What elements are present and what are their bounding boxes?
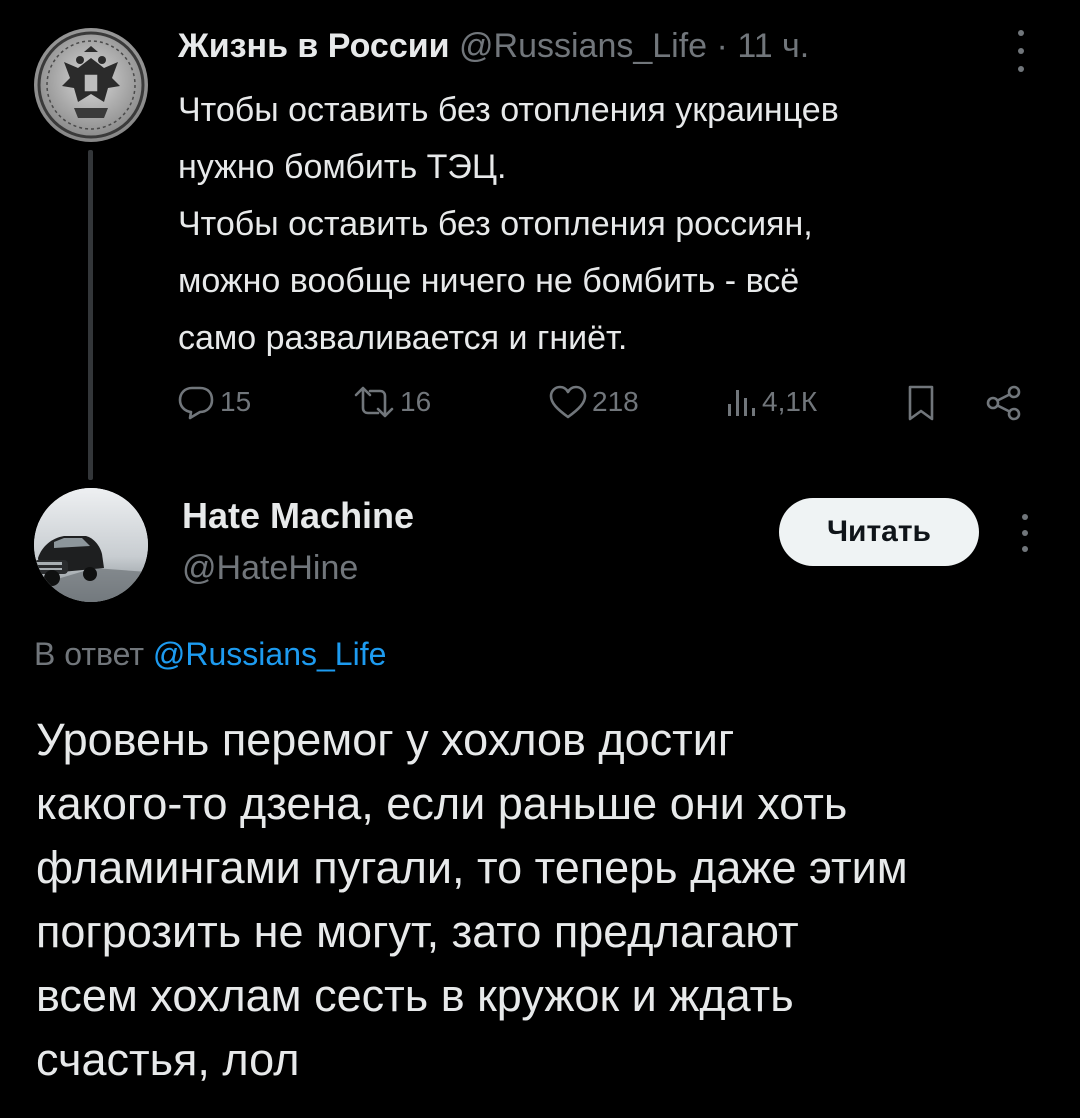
- retweet-icon: [354, 386, 394, 418]
- bookmark-icon: [908, 385, 934, 421]
- retweet-action[interactable]: 16: [352, 384, 431, 420]
- reply-to-prefix: В ответ: [34, 636, 145, 672]
- reply-tweet-text: Уровень перемог у хохлов достиг какого-т…: [36, 708, 1056, 1092]
- text-line: Чтобы оставить без отопления россиян,: [178, 205, 813, 243]
- parent-tweet-header: Жизнь в России @Russians_Life · 11 ч.: [178, 24, 809, 68]
- reply-context: В ответ @Russians_Life: [34, 632, 386, 676]
- text-line: нужно бомбить ТЭЦ.: [178, 148, 507, 186]
- thread-connector-line: [88, 150, 93, 480]
- reply-author-name[interactable]: Hate Machine: [182, 494, 414, 538]
- parent-author-avatar[interactable]: [34, 28, 148, 142]
- text-line: счастья, лол: [36, 1034, 300, 1085]
- share-icon: [986, 385, 1021, 421]
- vintage-car-icon: [34, 488, 148, 602]
- follow-button[interactable]: Читать: [779, 498, 979, 566]
- heart-icon: [549, 385, 587, 419]
- coat-of-arms-icon: [37, 31, 145, 139]
- reply-to-mention[interactable]: @Russians_Life: [153, 636, 386, 672]
- parent-more-button[interactable]: [1014, 30, 1028, 72]
- bookmark-action[interactable]: [904, 384, 938, 422]
- views-action[interactable]: 4,1К: [724, 384, 817, 420]
- more-vertical-icon: [1018, 514, 1032, 552]
- views-count: 4,1К: [762, 386, 818, 417]
- text-line: можно вообще ничего не бомбить - всё: [178, 262, 800, 300]
- more-vertical-icon: [1014, 30, 1028, 72]
- header-separator: ·: [716, 27, 728, 65]
- parent-tweet-text: Чтобы оставить без отопления украинцев н…: [178, 82, 1038, 367]
- text-line: само разваливается и гниёт.: [178, 319, 628, 357]
- text-line: Уровень перемог у хохлов достиг: [36, 714, 735, 765]
- parent-author-handle[interactable]: @Russians_Life: [459, 27, 707, 65]
- reply-count: 15: [220, 386, 252, 417]
- share-action[interactable]: [984, 384, 1024, 422]
- text-line: всем хохлам сесть в кружок и ждать: [36, 970, 794, 1021]
- text-line: погрозить не могут, зато предлагают: [36, 906, 799, 957]
- like-action[interactable]: 218: [548, 384, 639, 420]
- reply-more-button[interactable]: [1018, 514, 1032, 552]
- reply-author-avatar[interactable]: [34, 488, 148, 602]
- text-line: фламингами пугали, то теперь даже этим: [36, 842, 908, 893]
- parent-author-name[interactable]: Жизнь в России: [178, 27, 450, 65]
- text-line: какого-то дзена, если раньше они хоть: [36, 778, 848, 829]
- reply-author-handle[interactable]: @HateHine: [182, 546, 358, 590]
- like-count: 218: [592, 386, 639, 417]
- reply-icon: [178, 386, 214, 420]
- retweet-count: 16: [400, 386, 432, 417]
- text-line: Чтобы оставить без отопления украинцев: [178, 91, 839, 129]
- views-icon: [728, 390, 755, 416]
- parent-action-bar: 15 16 218 4,1К: [176, 384, 1036, 424]
- parent-tweet-time[interactable]: 11 ч.: [737, 27, 809, 65]
- reply-action[interactable]: 15: [176, 384, 251, 420]
